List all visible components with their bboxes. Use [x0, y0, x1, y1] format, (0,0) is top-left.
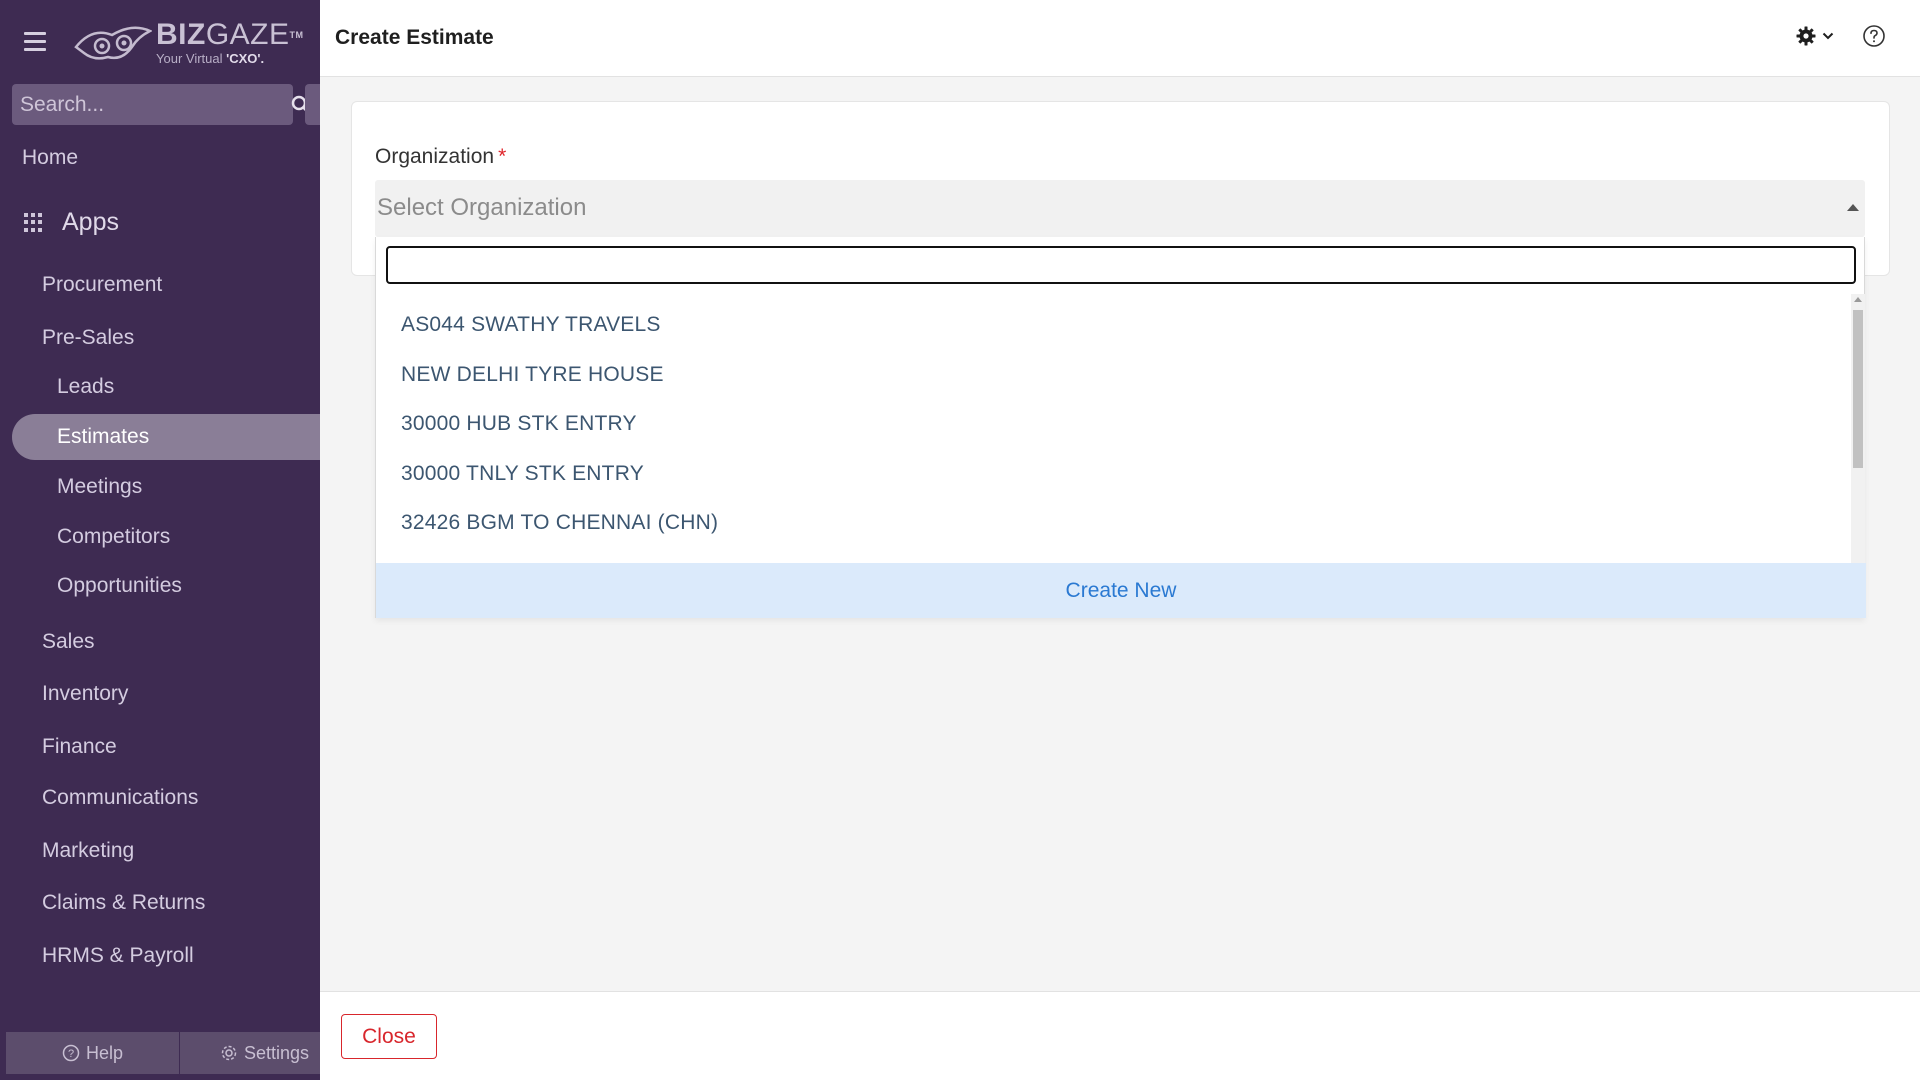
svg-text:?: ?: [68, 1048, 74, 1060]
sidebar-item-estimates[interactable]: Estimates: [57, 425, 149, 449]
sidebar-search-input[interactable]: [12, 84, 291, 125]
brand-tagline: Your Virtual 'CXO'.: [156, 51, 265, 66]
sidebar-item-home[interactable]: Home: [22, 146, 78, 170]
sidebar-item-finance[interactable]: Finance: [42, 735, 117, 759]
settings-gear-icon: [221, 1045, 237, 1061]
search-filter-button[interactable]: [305, 84, 320, 125]
sidebar: BIZGAZETM Your Virtual 'CXO'. Home Apps …: [0, 0, 320, 1080]
help-icon[interactable]: [1862, 24, 1886, 48]
sidebar-item-pre-sales[interactable]: Pre-Sales: [42, 326, 134, 350]
brand-text: BIZGAZETM Your Virtual 'CXO'.: [156, 18, 304, 67]
dropdown-options-list[interactable]: AS044 SWATHY TRAVELS NEW DELHI TYRE HOUS…: [376, 294, 1851, 563]
create-new-button[interactable]: Create New: [376, 563, 1866, 618]
page-header: Create Estimate: [320, 0, 1920, 77]
sidebar-item-sales[interactable]: Sales: [42, 630, 95, 654]
organization-select[interactable]: Select Organization: [375, 180, 1865, 237]
owl-logo-icon: [74, 26, 152, 60]
dropdown-option[interactable]: 32430 BLR III TO BGM: [376, 548, 1851, 564]
chevron-down-icon: [1822, 32, 1834, 40]
brand-logo[interactable]: BIZGAZETM Your Virtual 'CXO'.: [72, 18, 304, 68]
page-footer: Close: [320, 991, 1920, 1080]
organization-label: Organization *: [375, 145, 507, 168]
sidebar-top: BIZGAZETM Your Virtual 'CXO'.: [0, 0, 320, 84]
page-title: Create Estimate: [335, 26, 494, 49]
brand-name: BIZGAZETM: [156, 18, 304, 51]
sidebar-item-inventory[interactable]: Inventory: [42, 682, 128, 706]
sidebar-settings-label: Settings: [244, 1042, 310, 1063]
caret-up-icon: [1847, 204, 1859, 211]
sidebar-item-competitors[interactable]: Competitors: [57, 525, 170, 549]
sidebar-search: [12, 84, 311, 125]
sidebar-item-apps[interactable]: Apps: [24, 208, 119, 237]
sidebar-settings-button[interactable]: Settings: [180, 1032, 320, 1074]
dropdown-option[interactable]: 30000 TNLY STK ENTRY: [376, 449, 1851, 499]
dropdown-option[interactable]: NEW DELHI TYRE HOUSE: [376, 350, 1851, 400]
sidebar-item-leads[interactable]: Leads: [57, 375, 114, 399]
dropdown-option[interactable]: 32426 BGM TO CHENNAI (CHN): [376, 498, 1851, 548]
gear-icon: [1796, 26, 1816, 46]
settings-dropdown-button[interactable]: [1796, 26, 1834, 46]
sidebar-item-meetings[interactable]: Meetings: [57, 475, 142, 499]
sidebar-help-label: Help: [85, 1042, 124, 1063]
organization-dropdown: AS044 SWATHY TRAVELS NEW DELHI TYRE HOUS…: [375, 237, 1866, 618]
help-circle-icon: ?: [62, 1044, 80, 1062]
sidebar-footer: ? Help Settings: [6, 1032, 320, 1074]
hamburger-menu-icon[interactable]: [24, 32, 46, 51]
scrollbar-thumb[interactable]: [1853, 310, 1863, 468]
sidebar-item-procurement[interactable]: Procurement: [42, 273, 162, 297]
apps-grid-icon: [24, 212, 44, 233]
dropdown-search-input[interactable]: [386, 246, 1856, 284]
scroll-up-arrow-icon[interactable]: [1854, 297, 1862, 302]
sidebar-help-button[interactable]: ? Help: [6, 1032, 180, 1074]
organization-select-placeholder: Select Organization: [377, 194, 587, 221]
sidebar-item-communications[interactable]: Communications: [42, 786, 198, 810]
sidebar-item-marketing[interactable]: Marketing: [42, 839, 134, 863]
sidebar-item-opportunities[interactable]: Opportunities: [57, 574, 182, 598]
sidebar-item-claims-returns[interactable]: Claims & Returns: [42, 891, 205, 915]
sidebar-apps-label: Apps: [62, 208, 119, 236]
close-button[interactable]: Close: [341, 1014, 437, 1059]
dropdown-scrollbar[interactable]: [1851, 294, 1865, 563]
sidebar-item-hrms-payroll[interactable]: HRMS & Payroll: [42, 944, 194, 968]
dropdown-option[interactable]: 30000 HUB STK ENTRY: [376, 399, 1851, 449]
required-marker: *: [498, 145, 507, 168]
dropdown-option[interactable]: AS044 SWATHY TRAVELS: [376, 300, 1851, 350]
